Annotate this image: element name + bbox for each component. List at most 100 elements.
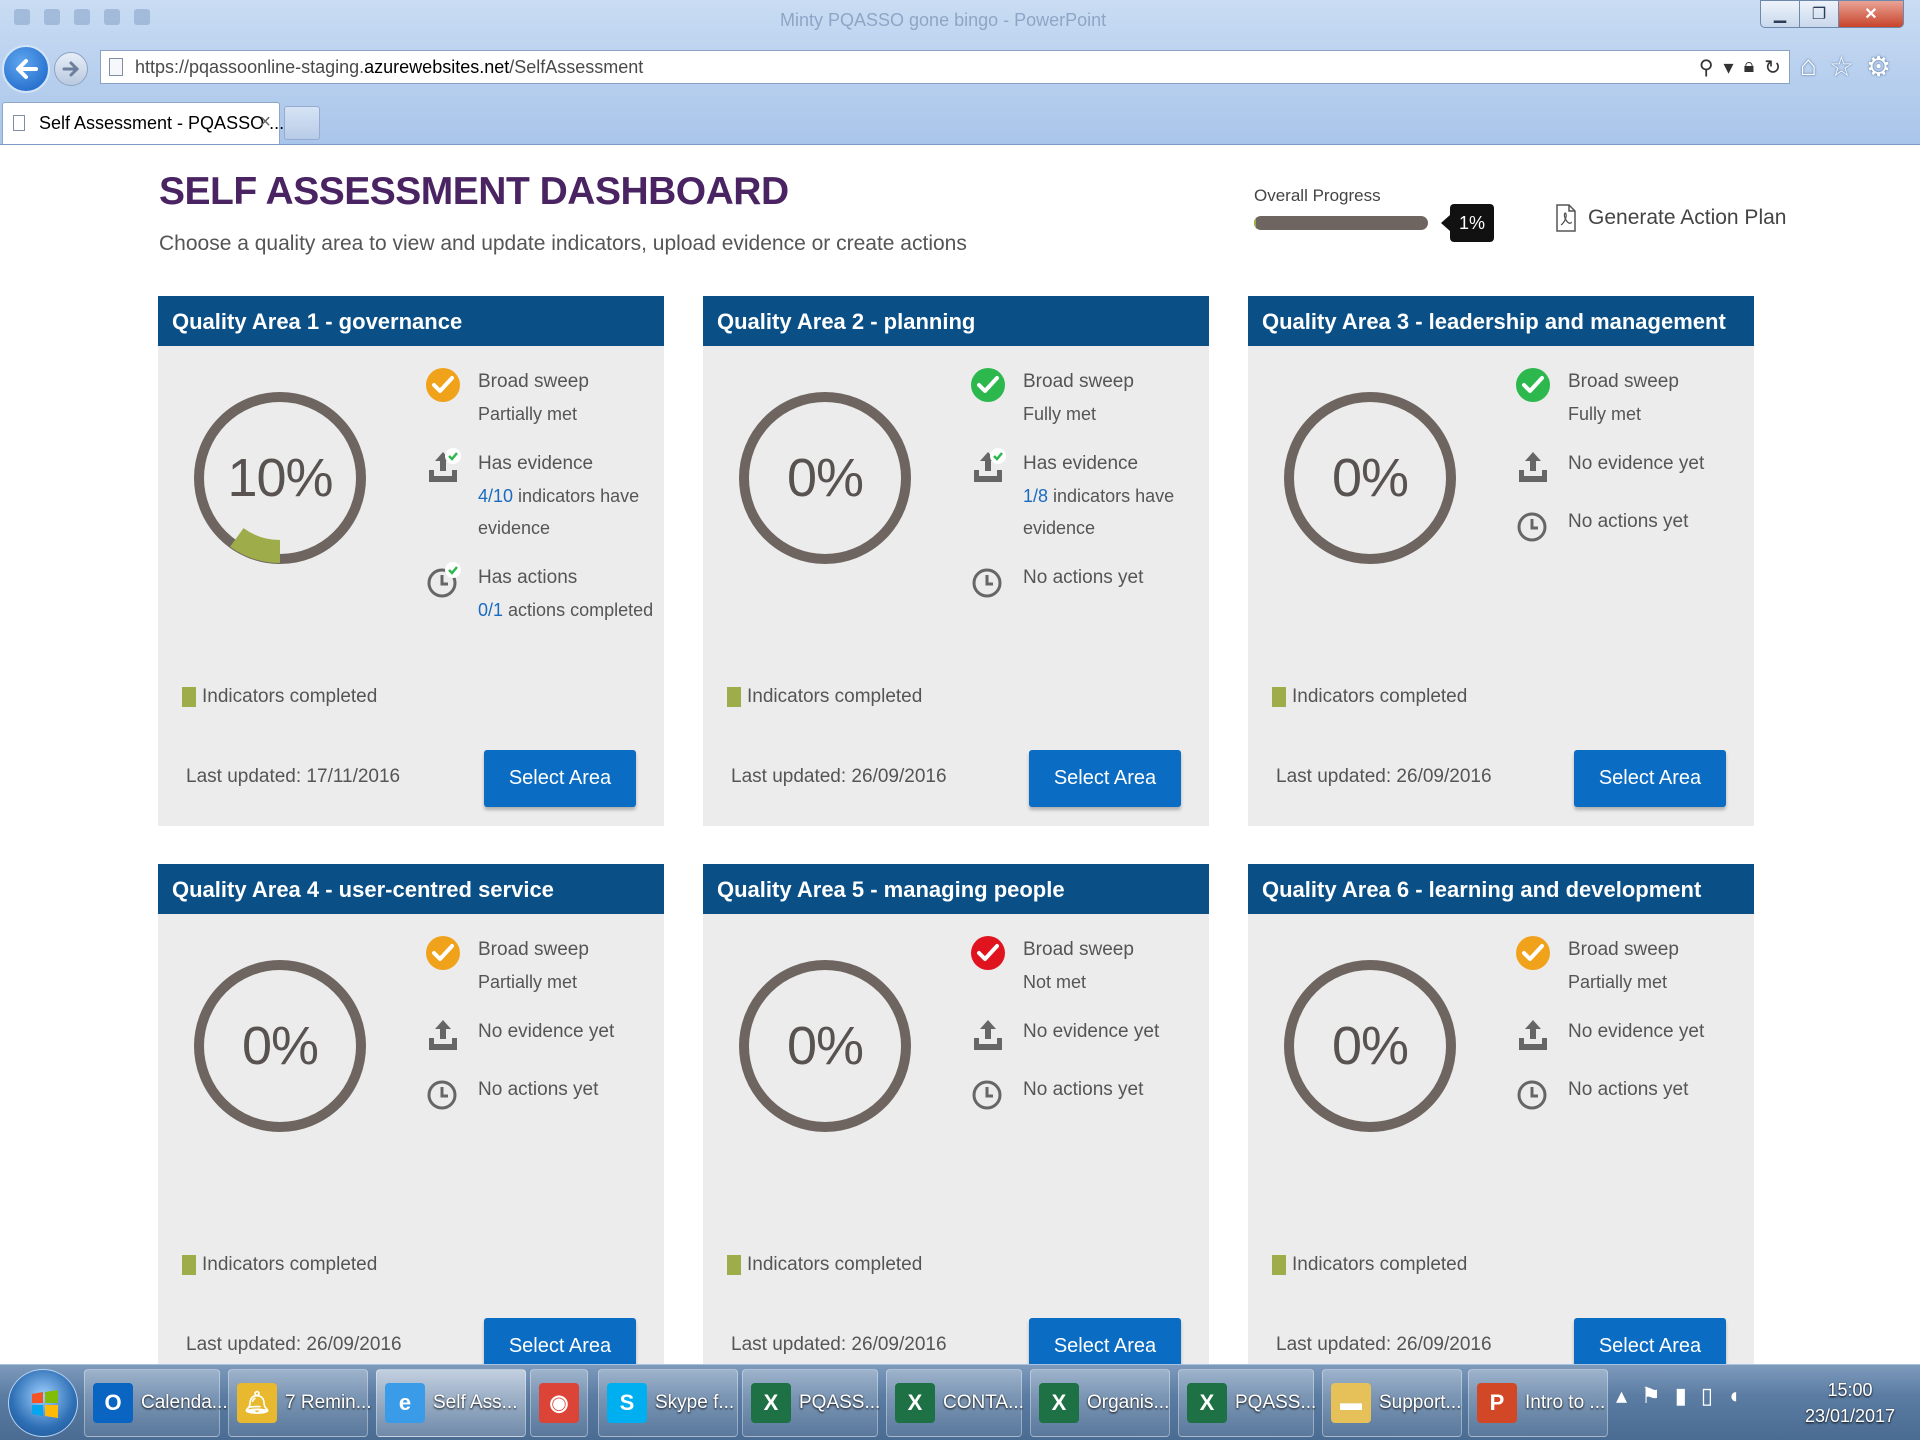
- settings-gear-icon[interactable]: ⚙: [1866, 50, 1891, 83]
- status-list: Broad sweep Fully met No evidence yet No…: [1514, 366, 1744, 564]
- actions-label: Has actions: [478, 567, 578, 588]
- clock-check-icon: [427, 562, 461, 598]
- legend-label: Indicators completed: [747, 1254, 923, 1275]
- last-updated: Last updated: 26/09/2016: [731, 766, 947, 787]
- back-button[interactable]: [2, 45, 50, 93]
- taskbar-item[interactable]: X Organis...: [1030, 1369, 1170, 1437]
- gauge-legend: Indicators completed: [727, 1254, 922, 1276]
- minimize-button[interactable]: ▁: [1760, 0, 1800, 28]
- network-signal-icon[interactable]: ▮: [1675, 1383, 1687, 1409]
- actions-status: No actions yet: [1514, 1074, 1744, 1114]
- evidence-count-link[interactable]: 1/8: [1023, 486, 1048, 506]
- taskbar-item-label: 7 Remin...: [285, 1392, 372, 1413]
- upload-icon: [429, 1020, 457, 1050]
- evidence-label: No evidence yet: [1568, 453, 1705, 474]
- dropdown-icon[interactable]: ▾: [1724, 55, 1734, 80]
- legend-swatch: [1272, 1255, 1286, 1275]
- gauge-legend: Indicators completed: [182, 1254, 377, 1276]
- volume-icon[interactable]: ◖: [1727, 1383, 1740, 1409]
- forward-button[interactable]: [54, 52, 88, 86]
- status-check-orange-icon: [1516, 936, 1550, 970]
- search-icon[interactable]: ⚲: [1699, 55, 1714, 80]
- close-window-button[interactable]: ✕: [1838, 0, 1904, 28]
- taskbar-item[interactable]: ◉: [530, 1369, 588, 1437]
- upload-icon: [1519, 452, 1547, 482]
- restore-button[interactable]: ❐: [1799, 0, 1839, 28]
- taskbar-item[interactable]: S Skype f...: [598, 1369, 738, 1437]
- tab-self-assessment[interactable]: Self Assessment - PQASSO ... ×: [2, 102, 284, 144]
- favorites-star-icon[interactable]: ☆: [1829, 50, 1854, 83]
- windows-logo-icon: [32, 1390, 58, 1418]
- evidence-count-link[interactable]: 4/10: [478, 486, 513, 506]
- quick-access-icon[interactable]: [104, 9, 120, 25]
- powerpoint-icon: P: [1477, 1383, 1517, 1423]
- action-center-flag-icon[interactable]: ⚑: [1641, 1383, 1661, 1409]
- upload-evidence-icon: [429, 448, 461, 482]
- show-hidden-icons-icon[interactable]: ▴: [1616, 1383, 1627, 1409]
- chrome-icon: ◉: [539, 1383, 579, 1423]
- actions-count-link[interactable]: 0/1: [478, 600, 503, 620]
- taskbar-item[interactable]: X CONTA...: [886, 1369, 1024, 1437]
- overall-progress: Overall Progress 1%: [1254, 186, 1504, 246]
- page-content: SELF ASSESSMENT DASHBOARD Choose a quali…: [0, 146, 1920, 1364]
- lock-icon[interactable]: 🔒︎: [1744, 55, 1755, 80]
- home-icon[interactable]: ⌂: [1800, 50, 1817, 83]
- excel-icon: X: [1187, 1383, 1227, 1423]
- power-icon[interactable]: ▯: [1701, 1383, 1713, 1409]
- pdf-file-icon: [1556, 204, 1576, 232]
- new-tab-button[interactable]: [284, 106, 320, 140]
- taskbar-item[interactable]: O Calenda...: [84, 1369, 228, 1437]
- tab-close-icon[interactable]: ×: [259, 111, 271, 134]
- taskbar-item[interactable]: X PQASS...: [1178, 1369, 1316, 1437]
- select-area-button[interactable]: Select Area: [1574, 750, 1726, 807]
- completion-percent: 0%: [786, 1016, 864, 1076]
- actions-label: No actions yet: [1023, 1079, 1144, 1100]
- quick-access-icon[interactable]: [14, 9, 30, 25]
- taskbar-item[interactable]: ▬ Support...: [1322, 1369, 1462, 1437]
- select-area-button[interactable]: Select Area: [1029, 750, 1181, 807]
- actions-status: No actions yet: [1514, 506, 1744, 546]
- quick-access-icon[interactable]: [134, 9, 150, 25]
- broad-sweep-status: Broad sweep Partially met: [424, 934, 654, 998]
- overall-progress-badge: 1%: [1441, 204, 1494, 242]
- address-bar[interactable]: https://pqassoonline-staging.azurewebsit…: [100, 50, 1790, 84]
- page-icon: [109, 58, 123, 76]
- generate-action-plan-link[interactable]: Generate Action Plan: [1556, 204, 1786, 232]
- overall-progress-fill: [1254, 216, 1256, 230]
- taskbar-item[interactable]: P Intro to ...: [1468, 1369, 1608, 1437]
- broad-sweep-value: Partially met: [478, 972, 578, 992]
- taskbar-item[interactable]: X PQASS...: [742, 1369, 880, 1437]
- actions-label: No actions yet: [1568, 1079, 1689, 1100]
- status-list: Broad sweep Partially met No evidence ye…: [1514, 934, 1744, 1132]
- broad-sweep-status: Broad sweep Partially met: [1514, 934, 1744, 998]
- quick-access-icon[interactable]: [74, 9, 90, 25]
- window-titlebar: Minty PQASSO gone bingo - PowerPoint ▁ ❐…: [0, 0, 1920, 40]
- clock[interactable]: 15:00 23/01/2017: [1790, 1377, 1910, 1429]
- select-area-button[interactable]: Select Area: [1029, 1318, 1181, 1364]
- last-updated: Last updated: 17/11/2016: [186, 766, 401, 787]
- taskbar-item[interactable]: 🔔︎ 7 Remin...: [228, 1369, 372, 1437]
- status-list: Broad sweep Partially met Has evidence 4…: [424, 366, 654, 644]
- legend-label: Indicators completed: [1292, 686, 1468, 707]
- overall-progress-label: Overall Progress: [1254, 186, 1381, 205]
- select-area-button[interactable]: Select Area: [484, 750, 636, 807]
- forward-arrow-icon: [62, 61, 80, 77]
- completion-percent: 0%: [1331, 448, 1409, 508]
- select-area-button[interactable]: Select Area: [1574, 1318, 1726, 1364]
- internet-explorer-icon: e: [385, 1383, 425, 1423]
- clock-icon: [427, 1080, 457, 1110]
- refresh-icon[interactable]: ↻: [1764, 55, 1781, 80]
- taskbar-item[interactable]: e Self Ass...: [376, 1369, 526, 1437]
- select-area-button[interactable]: Select Area: [484, 1318, 636, 1364]
- legend-label: Indicators completed: [747, 686, 923, 707]
- upload-evidence-icon: [974, 448, 1006, 482]
- page-icon: [13, 115, 25, 131]
- start-button[interactable]: [8, 1369, 78, 1437]
- quick-access-icon[interactable]: [44, 9, 60, 25]
- broad-sweep-label: Broad sweep: [1568, 939, 1679, 960]
- quality-area-title: Quality Area 4 - user-centred service: [158, 864, 664, 914]
- status-list: Broad sweep Partially met No evidence ye…: [424, 934, 654, 1132]
- quality-area-card: Quality Area 5 - managing people 0% Broa…: [703, 864, 1209, 1364]
- clock-time: 15:00: [1827, 1380, 1873, 1400]
- windows-taskbar: O Calenda... 🔔︎ 7 Remin... e Self Ass... ◉ S Sky…: [0, 1364, 1920, 1440]
